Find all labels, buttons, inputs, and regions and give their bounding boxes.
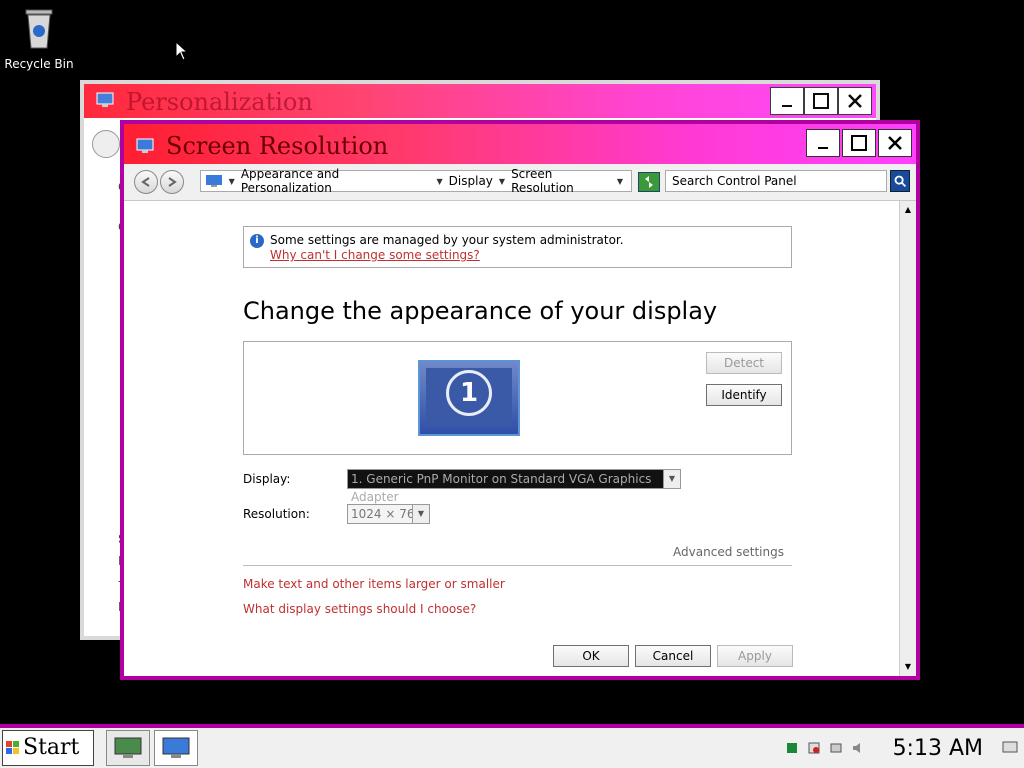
taskbar: Start 5:13 AM (0, 724, 1024, 768)
clock[interactable]: 5:13 AM (893, 736, 983, 761)
maximize-icon (813, 93, 829, 109)
system-tray: 5:13 AM (781, 732, 1024, 764)
display-label: Display: (243, 472, 291, 486)
display-icon (136, 138, 154, 153)
screen-resolution-window[interactable]: Screen Resolution ▼ Appearance and Perso… (120, 120, 920, 680)
arrow-right-icon (168, 177, 177, 187)
content-pane: i Some settings are managed by your syst… (124, 201, 900, 676)
display-select-value: 1. Generic PnP Monitor on Standard VGA G… (351, 472, 652, 504)
divider (243, 565, 792, 566)
window-title: Screen Resolution (166, 132, 389, 160)
search-input[interactable]: Search Control Panel (665, 170, 887, 192)
chevron-down-icon[interactable]: ▼ (229, 177, 235, 186)
start-button[interactable]: Start (2, 730, 94, 766)
forward-button[interactable] (160, 170, 184, 194)
breadcrumb-item-display[interactable]: Display (449, 174, 493, 188)
admin-info-text: Some settings are managed by your system… (270, 233, 624, 247)
show-desktop-icon[interactable] (1002, 741, 1018, 755)
control-panel-icon (206, 175, 222, 187)
recycle-bin-label: Recycle Bin (4, 57, 74, 71)
why-cant-i-change-link[interactable]: Why can't I change some settings? (270, 248, 480, 262)
chevron-down-icon[interactable]: ▼ (617, 177, 623, 186)
breadcrumb[interactable]: ▼ Appearance and Personalization ▼ Displ… (200, 167, 632, 195)
chevron-down-icon[interactable]: ▼ (437, 177, 443, 186)
minimize-icon (782, 105, 792, 107)
scroll-down-icon[interactable]: ▼ (900, 660, 916, 674)
breadcrumb-item-screen-resolution[interactable]: Screen Resolution (511, 167, 617, 195)
apply-button[interactable]: Apply (717, 645, 793, 667)
action-center-icon[interactable] (786, 742, 798, 754)
info-icon: i (250, 234, 264, 248)
display-preview: 1 Detect Identify (243, 341, 792, 455)
resolution-label: Resolution: (243, 507, 310, 521)
close-icon (848, 94, 862, 108)
chevron-down-icon[interactable]: ▼ (663, 470, 680, 488)
minimize-button[interactable] (806, 129, 840, 157)
maximize-button[interactable] (804, 87, 838, 115)
maximize-button[interactable] (842, 129, 876, 157)
personalization-titlebar[interactable]: Personalization (84, 84, 876, 118)
display-settings-help-link[interactable]: What display settings should I choose? (243, 602, 476, 616)
close-icon (888, 136, 902, 150)
refresh-icon[interactable] (638, 172, 660, 192)
personalization-icon (114, 737, 142, 758)
desktop: { "desktop": { "recycle_bin": "Recycle B… (0, 0, 1024, 768)
network-icon[interactable] (830, 742, 842, 754)
admin-info-box: i Some settings are managed by your syst… (243, 226, 792, 268)
start-label: Start (23, 735, 80, 760)
windows-logo-icon (6, 741, 19, 754)
back-button[interactable] (92, 130, 120, 158)
cancel-button[interactable]: Cancel (635, 645, 711, 667)
close-button[interactable] (838, 87, 872, 115)
recycle-bin-shortcut[interactable]: Recycle Bin (4, 6, 74, 71)
control-panel-icon (162, 737, 190, 758)
text-size-link[interactable]: Make text and other items larger or smal… (243, 577, 505, 591)
page-title: Change the appearance of your display (243, 297, 718, 325)
maximize-icon (851, 135, 867, 151)
personalization-title: Personalization (126, 88, 313, 116)
address-bar: ▼ Appearance and Personalization ▼ Displ… (124, 164, 916, 201)
breadcrumb-item-appearance[interactable]: Appearance and Personalization (241, 167, 431, 195)
minimize-button[interactable] (770, 87, 804, 115)
chevron-down-icon[interactable]: ▼ (499, 177, 505, 186)
security-alert-icon[interactable] (808, 742, 820, 754)
detect-button[interactable]: Detect (706, 352, 782, 374)
taskbar-item-personalization[interactable] (106, 730, 150, 766)
advanced-settings-link[interactable]: Advanced settings (673, 545, 784, 559)
close-button[interactable] (878, 129, 912, 157)
scroll-up-icon[interactable]: ▲ (900, 203, 916, 217)
back-button[interactable] (134, 170, 158, 194)
resolution-select[interactable]: 1024 × 768 ▼ (347, 504, 430, 524)
control-panel-icon (96, 92, 114, 107)
mouse-cursor-icon (175, 41, 189, 61)
screen-resolution-titlebar[interactable]: Screen Resolution (124, 124, 916, 164)
display-select[interactable]: 1. Generic PnP Monitor on Standard VGA G… (347, 469, 681, 504)
ok-button[interactable]: OK (553, 645, 629, 667)
minimize-icon (818, 147, 828, 149)
vertical-scrollbar[interactable]: ▲ ▼ (899, 201, 916, 676)
chevron-down-icon[interactable]: ▼ (412, 505, 429, 523)
arrow-left-icon (141, 177, 150, 187)
recycle-bin-icon (25, 9, 53, 49)
volume-icon[interactable] (852, 742, 864, 754)
taskbar-item-screen-resolution[interactable] (154, 730, 198, 766)
monitor-1-thumbnail[interactable]: 1 (418, 360, 520, 436)
monitor-number: 1 (446, 370, 492, 416)
identify-button[interactable]: Identify (706, 384, 782, 406)
search-icon[interactable] (890, 170, 910, 192)
